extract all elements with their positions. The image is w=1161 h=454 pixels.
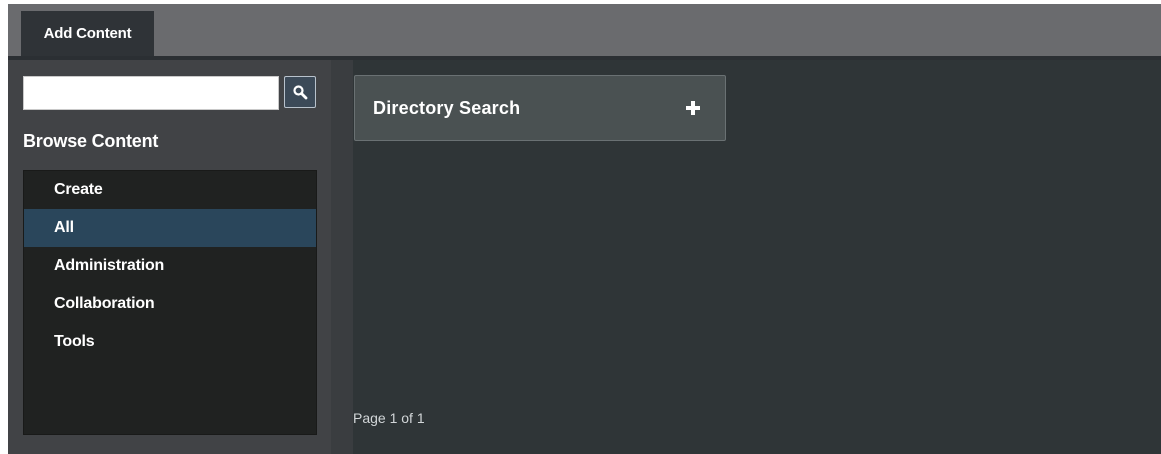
page-indicator: Page 1 of 1 (353, 410, 425, 426)
browse-sidebar: Browse Content Create All Administration… (8, 60, 331, 454)
app-frame: Add Content Browse Content Create All Ad… (8, 4, 1161, 454)
card-title: Directory Search (373, 98, 521, 118)
tab-add-content[interactable]: Add Content (21, 11, 154, 56)
category-list: Create All Administration Collaboration … (23, 170, 317, 435)
content-panel: Directory Search Page 1 of 1 (353, 60, 1161, 454)
search-button[interactable] (284, 76, 316, 108)
category-item-collaboration[interactable]: Collaboration (24, 285, 316, 323)
category-item-create[interactable]: Create (24, 171, 316, 209)
category-item-administration[interactable]: Administration (24, 247, 316, 285)
plus-icon[interactable] (686, 101, 700, 115)
search-icon (293, 85, 308, 100)
browse-content-heading: Browse Content (23, 131, 159, 151)
search-input[interactable] (23, 76, 279, 110)
panel-splitter[interactable] (331, 60, 353, 454)
directory-search-card[interactable]: Directory Search (354, 75, 726, 141)
category-item-tools[interactable]: Tools (24, 323, 316, 361)
category-item-all[interactable]: All (24, 209, 316, 247)
tab-bar: Add Content (8, 4, 1161, 56)
